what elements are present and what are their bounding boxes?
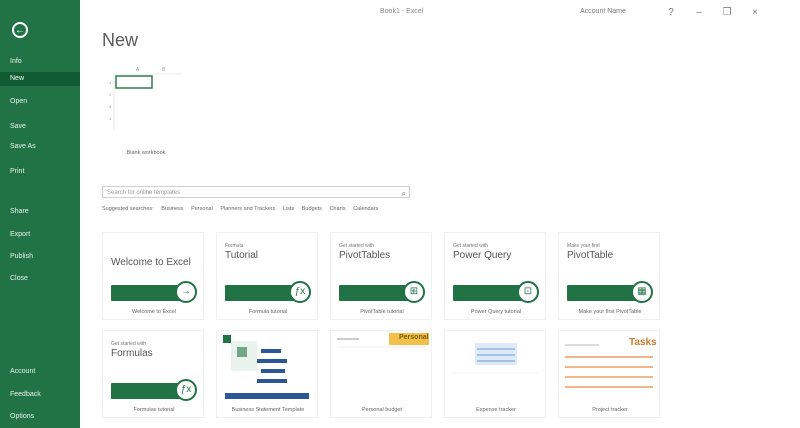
tile-caption: PivotTable tutorial bbox=[360, 309, 404, 315]
svg-text:1: 1 bbox=[109, 80, 112, 85]
template-tile[interactable]: Formula Tutorial ƒx Formula tutorial bbox=[216, 232, 318, 320]
sidebar-item-account[interactable]: Account bbox=[0, 365, 80, 379]
tile-caption: Personal budget bbox=[361, 407, 403, 413]
tile-caption: Welcome to Excel bbox=[132, 309, 176, 315]
tile-caption: Power Query tutorial bbox=[470, 309, 522, 315]
sidebar-item-share[interactable]: Share bbox=[0, 205, 80, 219]
tile-subtitle: Make your first bbox=[567, 243, 600, 249]
svg-text:3: 3 bbox=[109, 104, 112, 109]
tile-subtitle: Get started with bbox=[111, 341, 147, 347]
tile-subtitle: Get started with bbox=[453, 243, 489, 249]
tile-caption: Formula tutorial bbox=[248, 309, 288, 315]
tile-title: PivotTable bbox=[567, 250, 614, 261]
blank-workbook-template[interactable]: A B 1 2 3 4 Blank workbook bbox=[106, 60, 186, 156]
account-name[interactable]: Account Name bbox=[580, 8, 626, 15]
template-tile[interactable]: Get started with PivotTables ⊞ PivotTabl… bbox=[330, 232, 432, 320]
backstage-sidebar: ← Info New Open Save Save As Print Share… bbox=[0, 0, 80, 428]
svg-text:4: 4 bbox=[109, 116, 112, 121]
restore-button[interactable]: ❐ bbox=[716, 4, 738, 22]
sidebar-item-feedback[interactable]: Feedback bbox=[0, 388, 80, 402]
template-tile[interactable]: Get started with Formulas ƒx Formulas tu… bbox=[102, 330, 204, 418]
back-arrow-icon[interactable]: ← bbox=[12, 22, 28, 38]
close-button[interactable]: × bbox=[744, 4, 766, 22]
function-icon: ƒx bbox=[289, 281, 311, 303]
template-tile[interactable]: Tasks Project tracker bbox=[558, 330, 660, 418]
tile-caption: Business Statement Template bbox=[231, 407, 305, 413]
template-tile[interactable]: Get started with Power Query ⊡ Power Que… bbox=[444, 232, 546, 320]
help-button[interactable]: ? bbox=[660, 4, 682, 22]
sidebar-item-close[interactable]: Close bbox=[0, 272, 80, 286]
sidebar-item-open[interactable]: Open bbox=[0, 95, 80, 109]
tile-title: Welcome to Excel bbox=[111, 257, 191, 268]
tile-caption: Expense tracker bbox=[476, 407, 516, 413]
sidebar-item-publish[interactable]: Publish bbox=[0, 250, 80, 264]
blank-workbook-caption: Blank workbook bbox=[126, 150, 166, 156]
suggestion-link[interactable]: Planners and Trackers bbox=[220, 206, 275, 212]
suggestion-link[interactable]: Personal bbox=[191, 206, 213, 212]
pivot-icon: ⊞ bbox=[403, 281, 425, 303]
suggestion-link[interactable]: Charts bbox=[329, 206, 345, 212]
svg-text:2: 2 bbox=[109, 92, 112, 97]
template-tile[interactable]: Business Statement Template bbox=[216, 330, 318, 418]
sidebar-item-save-as[interactable]: Save As bbox=[0, 140, 80, 154]
template-tile[interactable]: Make your first PivotTable ▦ Make your f… bbox=[558, 232, 660, 320]
query-icon: ⊡ bbox=[517, 281, 539, 303]
suggested-searches: Suggested searches: Business Personal Pl… bbox=[102, 206, 384, 212]
tile-subtitle: Get started with bbox=[339, 243, 375, 249]
expense-tracker-preview bbox=[451, 343, 539, 374]
tile-title: Power Query bbox=[453, 250, 512, 261]
function-icon: ƒx bbox=[175, 379, 197, 401]
suggestion-link[interactable]: Budgets bbox=[302, 206, 322, 212]
tile-subtitle: Formula bbox=[225, 243, 244, 249]
window-title: Book1 - Excel bbox=[380, 8, 424, 15]
arrow-icon: → bbox=[175, 281, 197, 303]
tile-caption: Formulas tutorial bbox=[133, 407, 175, 413]
table-icon: ▦ bbox=[631, 281, 653, 303]
suggestion-link[interactable]: Business bbox=[161, 206, 183, 212]
svg-text:B: B bbox=[162, 67, 166, 73]
tile-title: Personal bbox=[399, 334, 429, 341]
template-tile[interactable]: Welcome to Excel → Welcome to Excel bbox=[102, 232, 204, 320]
sidebar-item-new[interactable]: New bbox=[0, 72, 80, 86]
sidebar-item-export[interactable]: Export bbox=[0, 228, 80, 242]
template-tile[interactable]: Personal Personal budget bbox=[330, 330, 432, 418]
search-placeholder: Search for online templates bbox=[107, 190, 181, 196]
template-search-input[interactable]: Search for online templates ⌕ bbox=[102, 186, 410, 198]
tile-caption: Project tracker bbox=[592, 407, 628, 413]
tile-title: PivotTables bbox=[339, 250, 391, 261]
tile-title: Tutorial bbox=[225, 250, 258, 261]
page-title: New bbox=[102, 30, 139, 50]
blank-workbook-preview: A B 1 2 3 4 bbox=[109, 67, 182, 130]
template-tile[interactable]: Expense tracker bbox=[444, 330, 546, 418]
tile-title: Tasks bbox=[629, 337, 657, 348]
suggestion-link[interactable]: Lists bbox=[283, 206, 294, 212]
sidebar-item-info[interactable]: Info bbox=[0, 55, 80, 69]
sidebar-item-save[interactable]: Save bbox=[0, 120, 80, 134]
sidebar-item-options[interactable]: Options bbox=[0, 410, 80, 424]
search-icon[interactable]: ⌕ bbox=[402, 188, 406, 200]
suggested-searches-label: Suggested searches: bbox=[102, 206, 154, 212]
suggestion-link[interactable]: Calendars bbox=[353, 206, 378, 212]
tile-caption: Make your first PivotTable bbox=[578, 309, 642, 315]
personal-budget-preview bbox=[337, 333, 429, 348]
minimize-button[interactable]: – bbox=[688, 4, 710, 22]
statement-preview bbox=[223, 335, 309, 399]
tile-title: Formulas bbox=[111, 348, 153, 359]
svg-text:A: A bbox=[136, 67, 140, 73]
main-pane: Book1 - Excel Account Name ? – ❐ × New A… bbox=[80, 0, 800, 428]
sidebar-item-print[interactable]: Print bbox=[0, 165, 80, 179]
